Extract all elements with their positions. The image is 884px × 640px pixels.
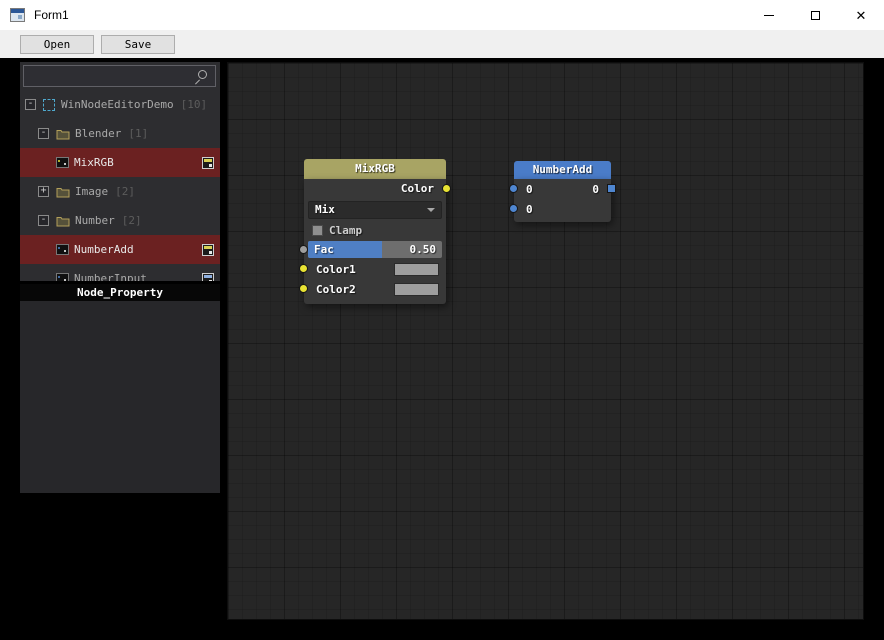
blend-mode-row: Mix [304,199,446,221]
fac-row: Fac 0.50 [304,240,446,259]
node-property-panel [20,301,220,493]
minimize-icon [764,14,774,16]
numberadd-output-socket[interactable] [607,184,616,193]
color-output-socket[interactable] [442,184,451,193]
window-title: Form1 [34,8,69,22]
blend-mode-value: Mix [315,203,335,216]
open-button[interactable]: Open [20,35,94,54]
tree-item-label: Image [75,185,109,198]
node-numberadd-header[interactable]: NumberAdd [514,161,611,179]
node-tree-panel: - WinNodeEditorDemo [10] - Blender [1] M… [20,62,220,281]
collapse-icon[interactable]: - [38,128,49,139]
node-canvas[interactable]: MixRGB Color Mix Clamp Fac 0.50 Color1 C… [227,62,864,620]
numberadd-input1-value: 0 [526,182,533,196]
folder-icon [56,186,70,198]
node-form-icon[interactable] [202,243,214,256]
numberadd-output-value: 0 [592,182,599,196]
search-box [23,65,216,87]
tree-item-number[interactable]: - Number [2] [20,206,220,235]
titlebar: Form1 ✕ [0,0,884,30]
blend-mode-dropdown[interactable]: Mix [308,201,442,219]
node-property-header: Node_Property [20,284,220,301]
maximize-icon [810,10,820,20]
color1-label: Color1 [316,262,356,276]
window-controls: ✕ [746,0,884,30]
tree-item-label: Number [75,214,115,227]
node-editor-icon [43,98,55,111]
close-icon: ✕ [855,7,867,23]
maximize-button[interactable] [792,0,838,30]
tree-item-numberadd[interactable]: NumberAdd [20,235,220,264]
color-output-row: Color [400,182,434,195]
fac-value: 0.50 [409,243,437,256]
node-icon [56,157,69,168]
tree-item-blender[interactable]: - Blender [1] [20,119,220,148]
tree-item-count: [2] [115,185,135,198]
collapse-icon[interactable]: - [38,215,49,226]
tree-item-mixrgb[interactable]: MixRGB [20,148,220,177]
tree-item-label: WinNodeEditorDemo [61,98,174,111]
tree-item-image[interactable]: + Image [2] [20,177,220,206]
node-icon [56,273,69,281]
numberadd-input1-socket[interactable] [509,184,518,193]
node-mixrgb[interactable]: MixRGB Color Mix Clamp Fac 0.50 Color1 C… [299,159,451,304]
tree-item-label: NumberInput [74,272,147,281]
fac-input-socket[interactable] [299,245,308,254]
save-button[interactable]: Save [101,35,175,54]
tree-item-count: [2] [121,214,142,227]
node-mixrgb-body: Color Mix Clamp Fac 0.50 Color1 Color2 [304,179,446,304]
minimize-button[interactable] [746,0,792,30]
tree-item-numberinput[interactable]: NumberInput [20,264,220,281]
numberadd-input2-socket[interactable] [509,204,518,213]
collapse-icon[interactable]: - [25,99,36,110]
search-input[interactable] [24,66,215,86]
node-form-icon[interactable] [202,272,214,281]
color2-input-socket[interactable] [299,284,308,293]
numberadd-row2: 0 [514,199,611,219]
tree-item-label: Blender [75,127,122,140]
folder-icon [56,215,70,227]
close-button[interactable]: ✕ [838,0,884,30]
color2-row: Color2 [304,279,446,299]
toolbar: Open Save [0,30,884,58]
clamp-row: Clamp [304,221,446,240]
color2-swatch[interactable] [394,282,439,296]
numberadd-input2-value: 0 [526,202,533,216]
node-numberadd[interactable]: NumberAdd 0 0 0 [509,161,616,222]
node-mixrgb-header[interactable]: MixRGB [304,159,446,179]
clamp-label: Clamp [329,224,363,237]
fac-label: Fac [314,243,334,256]
node-numberadd-body: 0 0 0 [514,179,611,222]
node-icon [56,244,69,255]
color1-input-socket[interactable] [299,264,308,273]
app-icon [10,8,25,22]
numberadd-row1: 0 0 [514,179,611,199]
tree-item-count: [1] [128,127,149,140]
color2-label: Color2 [316,282,356,296]
tree-item-count: [10] [180,98,208,111]
fac-slider[interactable]: Fac 0.50 [308,241,442,258]
tree-item-label: NumberAdd [74,243,134,256]
node-form-icon[interactable] [202,156,214,169]
clamp-checkbox[interactable] [312,225,323,236]
search-icon [198,70,207,79]
tree-item-label: MixRGB [74,156,114,169]
chevron-down-icon [427,208,435,212]
folder-icon [56,128,70,140]
node-tree: - WinNodeEditorDemo [10] - Blender [1] M… [20,90,220,281]
color1-swatch[interactable] [394,262,439,276]
expand-icon[interactable]: + [38,186,49,197]
color1-row: Color1 [304,259,446,279]
tree-item-winnodeeditordemo[interactable]: - WinNodeEditorDemo [10] [20,90,220,119]
